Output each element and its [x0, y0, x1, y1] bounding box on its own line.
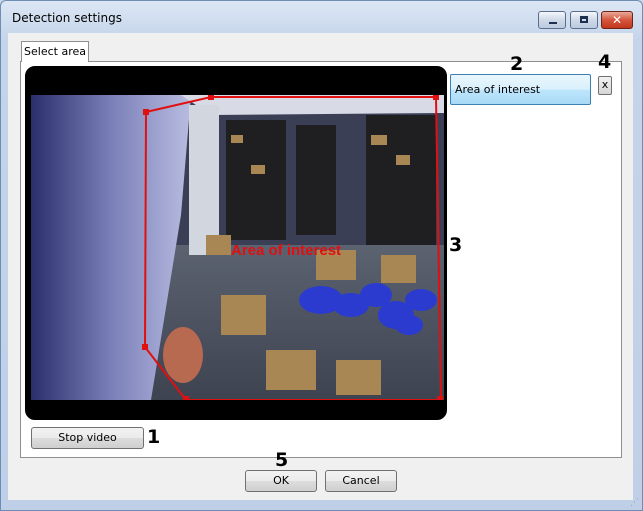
- maximize-icon: [580, 16, 588, 23]
- person: [163, 327, 203, 383]
- callout-4: 4: [598, 51, 612, 73]
- minimize-button[interactable]: [538, 11, 566, 29]
- camera-frame[interactable]: Area of interest: [31, 95, 444, 400]
- close-icon: ✕: [611, 13, 623, 27]
- delete-zone-button[interactable]: x: [598, 76, 612, 95]
- window-title: Detection settings: [12, 11, 122, 25]
- zone-label: Area of interest: [231, 242, 341, 259]
- shelves: [226, 115, 436, 245]
- callout-1: 1: [147, 426, 161, 448]
- zone-list-item[interactable]: Area of interest: [450, 74, 591, 105]
- maximize-button[interactable]: [570, 11, 598, 29]
- callout-5: 5: [275, 449, 289, 471]
- close-button[interactable]: ✕: [601, 11, 633, 29]
- callout-2: 2: [510, 53, 524, 75]
- ok-button[interactable]: OK: [245, 470, 317, 492]
- title-bar[interactable]: Detection settings ✕: [1, 1, 642, 35]
- resize-grip-icon[interactable]: ⋰: [630, 498, 640, 508]
- video-preview[interactable]: Area of interest: [25, 66, 447, 420]
- minimize-icon: [549, 22, 557, 24]
- callout-3: 3: [449, 234, 463, 256]
- cancel-button[interactable]: Cancel: [325, 470, 397, 492]
- pillar: [189, 105, 219, 255]
- stop-video-button[interactable]: Stop video: [31, 427, 144, 449]
- tab-select-area[interactable]: Select area: [21, 41, 89, 62]
